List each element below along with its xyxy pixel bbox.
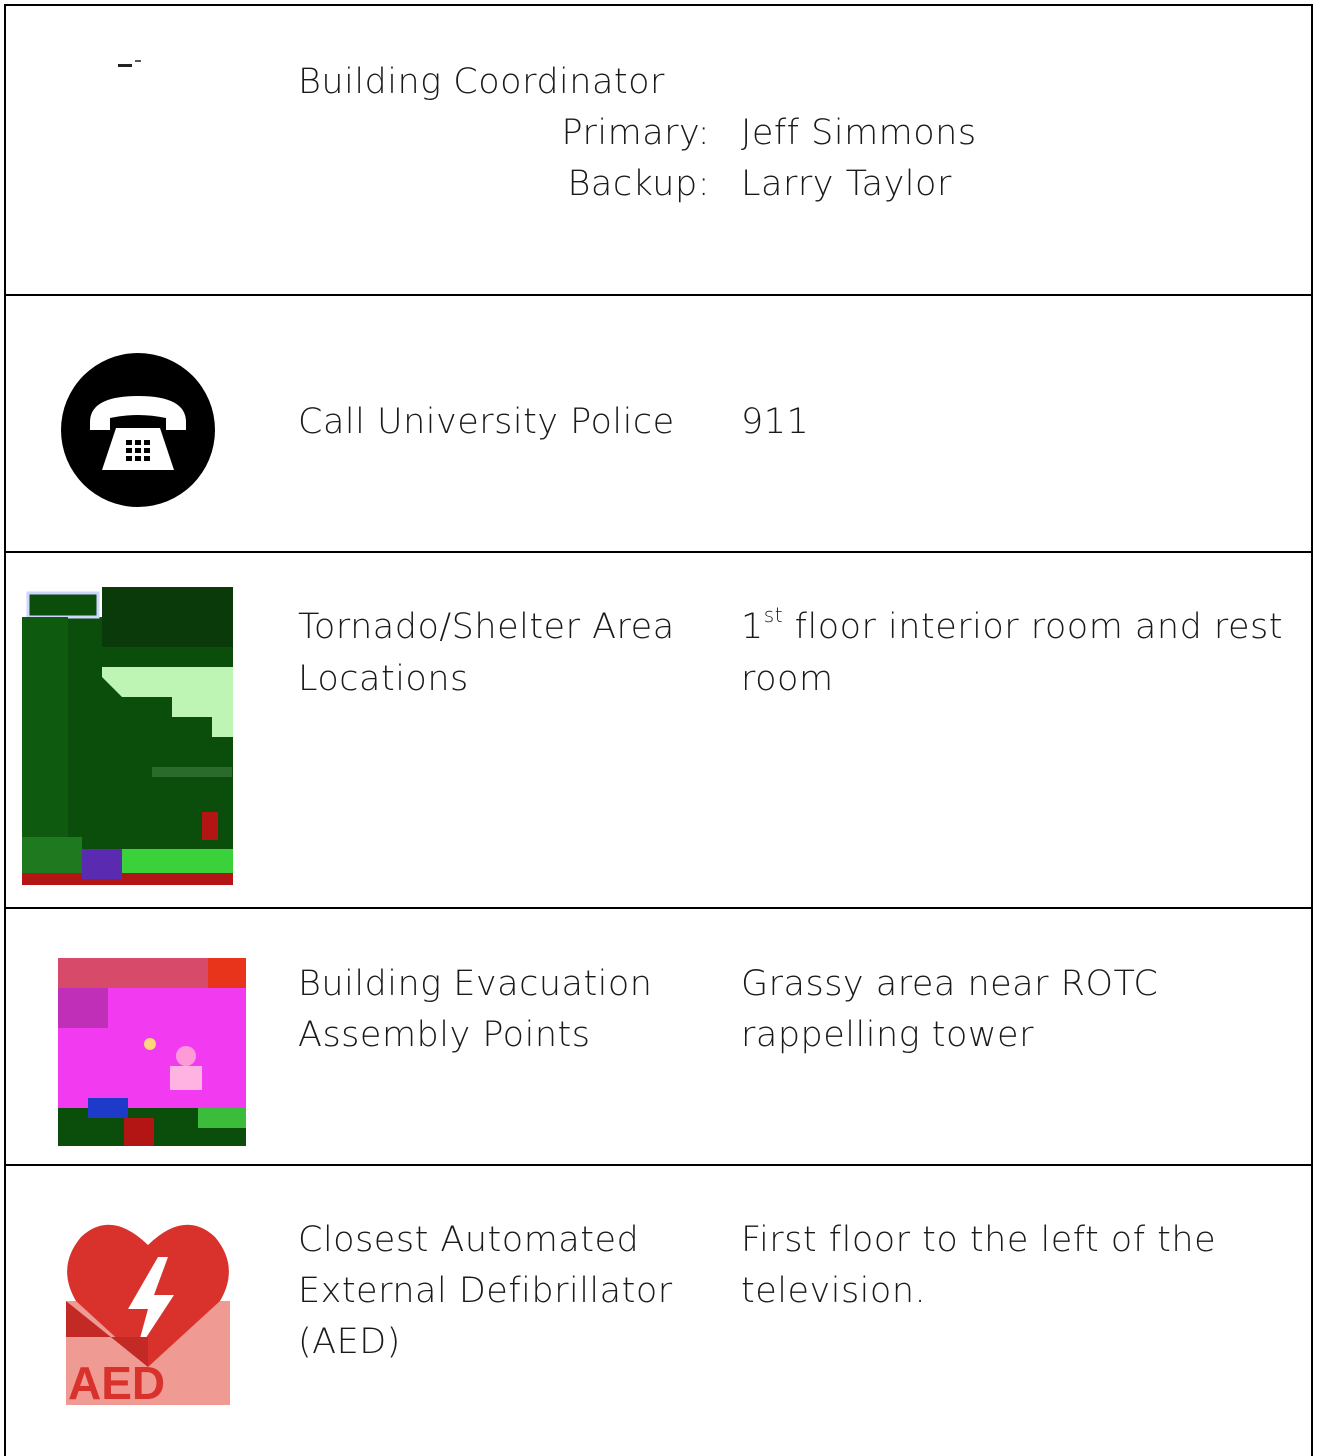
aed-label-line3: (AED) xyxy=(298,1322,401,1362)
aed-icon: AED xyxy=(66,1217,230,1409)
aed-value-line1: First floor to the left of the xyxy=(741,1220,1217,1260)
evac-value-line1: Grassy area near ROTC xyxy=(741,964,1159,1004)
aed-label-line2: External Defibrillator xyxy=(298,1271,673,1311)
shelter-label-line1: Tornado/Shelter Area xyxy=(298,607,675,647)
row-divider xyxy=(6,551,1311,553)
police-number: 911 xyxy=(741,402,810,442)
row-divider xyxy=(6,907,1311,909)
evac-label-line2: Assembly Points xyxy=(298,1015,591,1055)
backup-label: Backup: xyxy=(567,164,710,204)
shelter-value-line1: 1st floor interior room and rest xyxy=(741,603,1284,647)
aed-value-line2: television. xyxy=(741,1271,927,1311)
coordinator-label: Building Coordinator xyxy=(298,62,665,102)
backup-value: Larry Taylor xyxy=(741,164,952,204)
row-divider xyxy=(6,294,1311,296)
shelter-map-icon xyxy=(22,587,233,885)
row-divider xyxy=(6,1164,1311,1166)
evac-value-line2: rappelling tower xyxy=(741,1015,1034,1055)
police-label: Call University Police xyxy=(298,402,675,442)
aed-label-line1: Closest Automated xyxy=(298,1220,640,1260)
primary-value: Jeff Simmons xyxy=(741,113,977,153)
assembly-point-icon xyxy=(58,958,246,1146)
coordinator-icon xyxy=(118,54,148,67)
evac-label-line1: Building Evacuation xyxy=(298,964,653,1004)
primary-label: Primary: xyxy=(561,113,710,153)
shelter-label-line2: Locations xyxy=(298,659,469,699)
shelter-value-line2: room xyxy=(741,659,834,699)
aed-icon-text: AED xyxy=(68,1357,165,1405)
phone-icon xyxy=(60,352,216,508)
